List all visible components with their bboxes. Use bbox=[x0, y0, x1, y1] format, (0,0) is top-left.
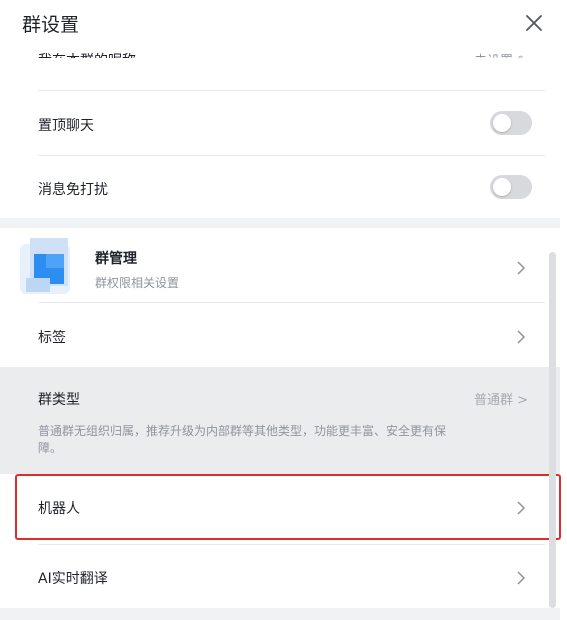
pin-chat-label: 置顶聊天 bbox=[38, 118, 94, 134]
chevron-right-icon bbox=[516, 571, 526, 585]
nickname-value: 未设置 ✎ bbox=[473, 54, 528, 69]
group-type-label: 群类型 bbox=[38, 392, 80, 408]
tags-row[interactable]: 标签 bbox=[0, 303, 560, 367]
group-manage-label: 群管理 bbox=[95, 251, 137, 267]
ai-translate-row[interactable]: AI实时翻译 bbox=[0, 545, 560, 608]
mute-toggle[interactable] bbox=[490, 175, 532, 199]
mute-row: 消息免打扰 bbox=[0, 156, 560, 218]
chevron-right-icon bbox=[516, 261, 526, 275]
mute-label: 消息免打扰 bbox=[38, 182, 108, 198]
group-type-desc: 普通群无组织归属，推荐升级为内部群等其他类型，功能更丰富、安全更有保障。 bbox=[38, 424, 447, 455]
section-gap bbox=[0, 218, 560, 228]
close-icon[interactable] bbox=[521, 10, 547, 36]
chevron-right-icon bbox=[516, 330, 526, 344]
ai-translate-label: AI实时翻译 bbox=[38, 571, 108, 587]
pin-chat-row: 置顶聊天 bbox=[0, 91, 560, 155]
group-manage-row[interactable]: 群管理 群权限相关设置 bbox=[0, 228, 560, 302]
group-type-row[interactable]: 群类型 普通群 > 普通群无组织归属，推荐升级为内部群等其他类型，功能更丰富、安… bbox=[0, 367, 560, 474]
nickname-row[interactable]: 我在本群的昵称 未设置 ✎ bbox=[0, 48, 560, 90]
robot-row[interactable]: 机器人 bbox=[0, 474, 560, 540]
robot-label: 机器人 bbox=[38, 501, 80, 517]
group-avatar bbox=[20, 238, 78, 296]
panel-header: 群设置 bbox=[0, 0, 567, 48]
section-gap bbox=[0, 608, 560, 620]
pin-chat-toggle[interactable] bbox=[490, 111, 532, 135]
page-title: 群设置 bbox=[22, 14, 80, 36]
tags-label: 标签 bbox=[38, 330, 66, 346]
group-manage-sub: 群权限相关设置 bbox=[95, 276, 180, 290]
chevron-right-icon bbox=[516, 501, 526, 515]
nickname-label: 我在本群的昵称 bbox=[38, 53, 136, 69]
group-type-value: 普通群 > bbox=[473, 393, 528, 408]
scrollbar[interactable] bbox=[549, 252, 556, 608]
